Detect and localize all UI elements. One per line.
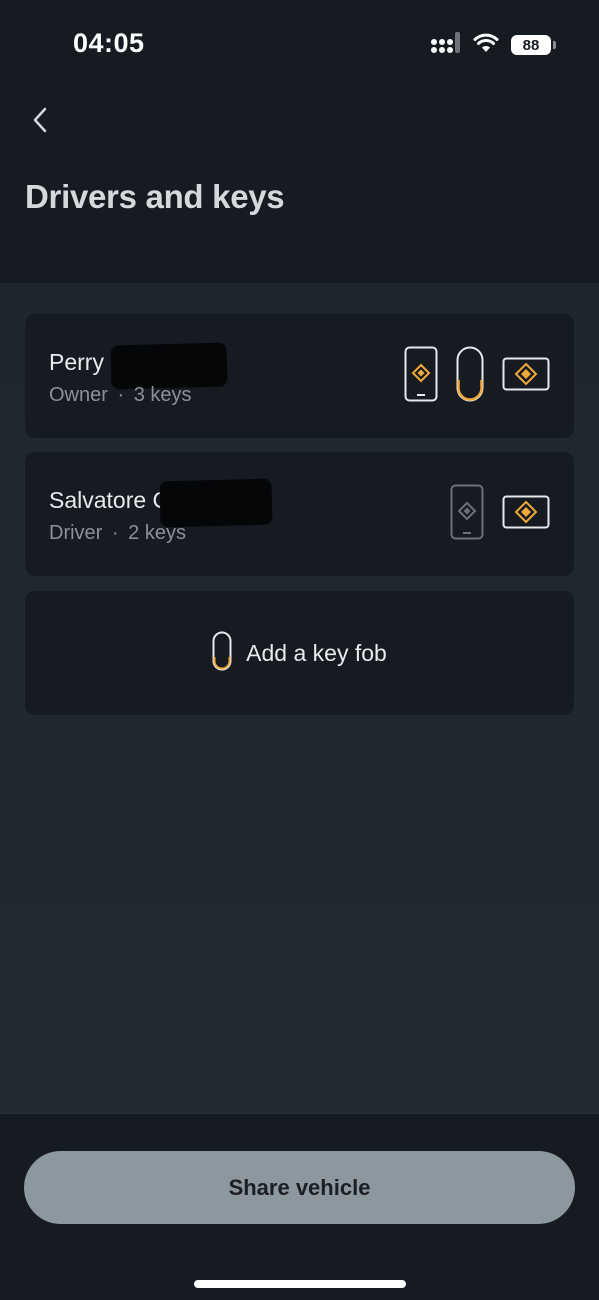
add-key-fob-button[interactable]: Add a key fob: [25, 591, 574, 715]
key-icons: [404, 314, 550, 438]
driver-key-count: 2 keys: [128, 522, 186, 544]
key-icons: [450, 452, 550, 576]
drivers-list: Perry G Owner · 3 keys Salvatore G Drive…: [0, 283, 599, 1113]
driver-role: Driver: [49, 522, 103, 544]
home-indicator[interactable]: [194, 1280, 406, 1288]
name-redaction: [159, 478, 273, 528]
driver-card-owner[interactable]: Perry G Owner · 3 keys: [25, 314, 574, 438]
driver-key-count: 3 keys: [133, 384, 192, 406]
status-icons: 88: [431, 30, 556, 60]
footer-divider: [0, 1113, 599, 1114]
battery-icon: 88: [511, 35, 556, 55]
driver-role: Owner: [49, 384, 108, 406]
status-time: 04:05: [73, 28, 145, 58]
cellular-signal-icon: [431, 31, 461, 59]
battery-level: 88: [522, 36, 540, 54]
add-key-fob-label: Add a key fob: [246, 639, 387, 666]
driver-card-driver[interactable]: Salvatore G Driver · 2 keys: [25, 452, 574, 576]
status-bar: 04:05 88: [0, 0, 599, 90]
driver-meta: Driver · 2 keys: [49, 522, 186, 545]
key-card-icon: [502, 357, 550, 396]
meta-separator: ·: [111, 522, 119, 544]
key-card-icon: [502, 495, 550, 534]
driver-meta: Owner · 3 keys: [49, 384, 192, 407]
phone-key-icon: [404, 346, 438, 407]
name-redaction: [110, 342, 228, 390]
page-title: Drivers and keys: [25, 178, 285, 215]
meta-separator: ·: [117, 384, 125, 406]
wifi-icon: [473, 33, 499, 58]
chevron-left-icon: [30, 107, 50, 138]
back-button[interactable]: [18, 100, 62, 144]
key-fob-icon: [212, 631, 232, 676]
driver-name: Salvatore G: [49, 487, 171, 513]
key-fob-icon: [456, 346, 484, 407]
drivers-and-keys-screen: 04:05 88 Drivers and keys Perry G Owner …: [0, 0, 599, 1300]
share-vehicle-button[interactable]: Share vehicle: [24, 1151, 575, 1224]
phone-key-icon: [450, 484, 484, 545]
